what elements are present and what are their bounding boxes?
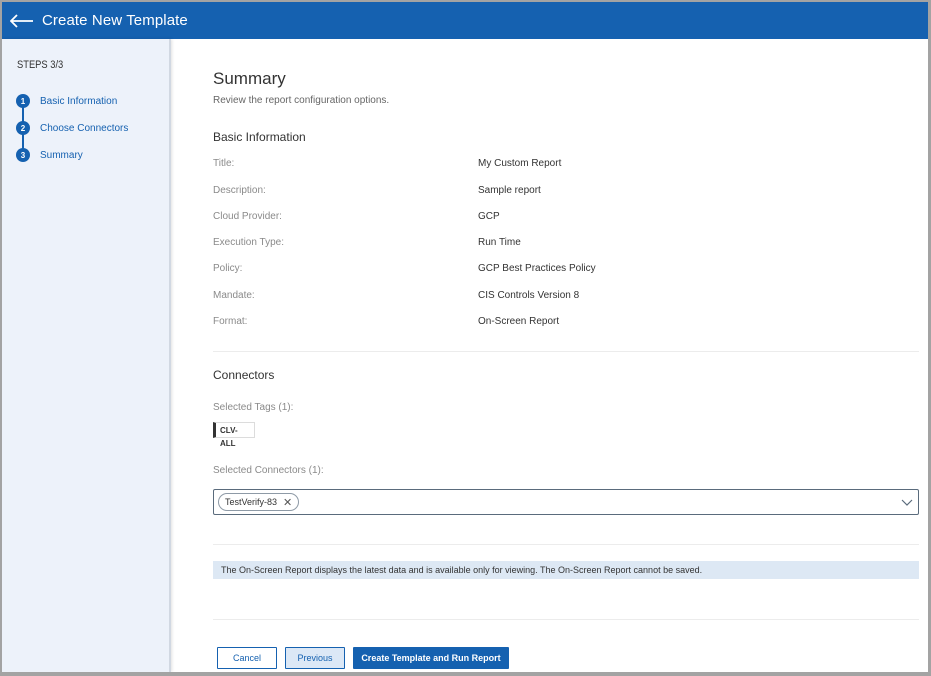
cloud-provider-value: GCP — [478, 211, 500, 222]
create-and-run-button[interactable]: Create Template and Run Report — [353, 647, 509, 669]
policy-label: Policy: — [213, 263, 243, 274]
info-notice: The On-Screen Report displays the latest… — [213, 561, 919, 579]
connector-chip: TestVerify-83 ✕ — [218, 493, 300, 511]
connector-chip-label: TestVerify-83 — [225, 497, 278, 507]
page-title: Summary — [213, 69, 286, 88]
description-value: Sample report — [478, 185, 541, 196]
format-value: On-Screen Report — [478, 316, 560, 327]
selected-connectors-label: Selected Connectors (1): — [213, 465, 324, 476]
connectors-heading: Connectors — [213, 368, 275, 382]
page-header-title: Create New Template — [42, 12, 188, 29]
steps-sidebar: STEPS 3/3 1 Basic Information 2 Choose C… — [2, 39, 171, 672]
step-label: Summary — [40, 149, 83, 161]
page-subtitle: Review the report configuration options. — [213, 95, 390, 106]
tag-chip: CLV- ALL — [213, 422, 255, 448]
mandate-value: CIS Controls Version 8 — [478, 290, 580, 301]
basic-info-heading: Basic Information — [213, 130, 306, 144]
description-label: Description: — [213, 185, 266, 196]
section-divider — [213, 544, 919, 545]
step-number-badge: 1 — [16, 94, 30, 108]
tag-name-line1: CLV- — [220, 426, 238, 435]
title-value: My Custom Report — [478, 158, 562, 169]
cancel-button[interactable]: Cancel — [217, 647, 277, 669]
step-label: Choose Connectors — [40, 122, 129, 134]
remove-chip-icon[interactable]: ✕ — [283, 496, 292, 509]
execution-type-value: Run Time — [478, 237, 521, 248]
policy-value: GCP Best Practices Policy — [478, 263, 596, 274]
step-choose-connectors[interactable]: 2 Choose Connectors — [16, 121, 128, 135]
tag-name-line2: ALL — [220, 439, 236, 448]
section-divider — [213, 351, 919, 352]
back-button[interactable] — [10, 11, 36, 31]
create-template-window: Create New Template STEPS 3/3 1 Basic In… — [2, 2, 928, 672]
title-label: Title: — [213, 158, 235, 169]
selected-tags-label: Selected Tags (1): — [213, 402, 294, 413]
connectors-multiselect[interactable]: TestVerify-83 ✕ — [213, 489, 919, 515]
previous-button[interactable]: Previous — [285, 647, 345, 669]
format-label: Format: — [213, 316, 248, 327]
arrow-left-icon — [10, 13, 33, 28]
header-bar: Create New Template — [2, 2, 928, 39]
steps-counter: STEPS 3/3 — [17, 59, 64, 71]
execution-type-label: Execution Type: — [213, 237, 284, 248]
step-number-badge: 2 — [16, 121, 30, 135]
chevron-down-icon[interactable] — [901, 496, 913, 508]
mandate-label: Mandate: — [213, 290, 255, 301]
step-number-badge: 3 — [16, 148, 30, 162]
step-label: Basic Information — [40, 95, 118, 107]
cloud-provider-label: Cloud Provider: — [213, 211, 282, 222]
footer-divider — [213, 619, 919, 620]
step-basic-information[interactable]: 1 Basic Information — [16, 94, 117, 108]
step-summary[interactable]: 3 Summary — [16, 148, 83, 162]
